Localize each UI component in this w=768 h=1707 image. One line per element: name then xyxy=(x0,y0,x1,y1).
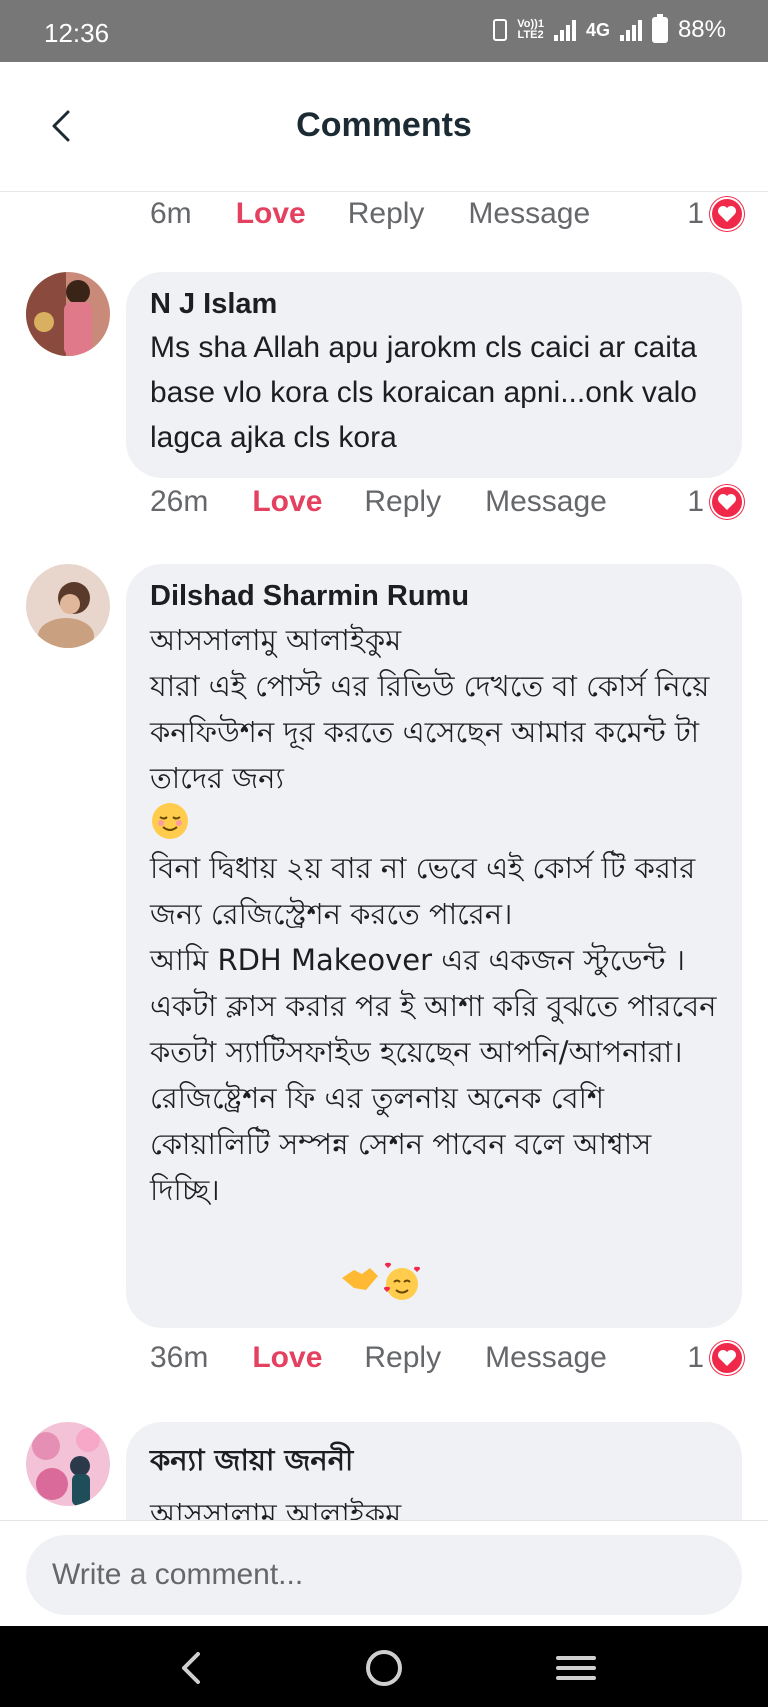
status-bar: 12:36 Vo))1 LTE2 4G 88% xyxy=(0,0,768,62)
comment-time: 36m xyxy=(150,1341,209,1374)
comment-input[interactable] xyxy=(26,1535,742,1615)
comment-author[interactable]: Dilshad Sharmin Rumu xyxy=(150,580,718,613)
comment-time: 6m xyxy=(150,197,192,230)
battery-percent: 88% xyxy=(677,16,726,43)
header: Comments xyxy=(0,62,768,192)
relieved-face-emoji-icon xyxy=(150,801,190,845)
comment-text: Ms sha Allah apu jarokm cls caici ar cai… xyxy=(150,331,697,454)
heart-icon xyxy=(710,197,744,231)
nav-menu-icon[interactable] xyxy=(554,1646,598,1690)
reaction-count: 1 xyxy=(687,1341,704,1374)
message-button[interactable]: Message xyxy=(485,485,607,519)
comment-text: আসসালামু আলাইকুম যারা এই পোস্ট এর রিভিউ … xyxy=(150,623,710,795)
comment-text-continued: বিনা দ্বিধায় ২য় বার না ভেবে এই কোর্স ট… xyxy=(150,851,717,1207)
comment-composer xyxy=(0,1520,768,1626)
avatar[interactable] xyxy=(26,272,110,356)
smiling-face-with-hearts-emoji-icon xyxy=(382,1262,422,1306)
comment-actions: 26m Love Reply Message 1 xyxy=(150,482,744,522)
reply-button[interactable]: Reply xyxy=(348,197,425,231)
reaction-count: 1 xyxy=(687,485,704,518)
message-button[interactable]: Message xyxy=(485,1341,607,1375)
reply-button[interactable]: Reply xyxy=(364,1341,441,1375)
comment-author[interactable]: N J Islam xyxy=(150,288,718,321)
signal-bars-icon xyxy=(553,19,576,41)
comment-bubble[interactable]: Dilshad Sharmin Rumu আসসালামু আলাইকুম যা… xyxy=(126,564,742,1328)
avatar[interactable] xyxy=(26,1422,110,1506)
volte-bottom-label: LTE2 xyxy=(517,29,544,41)
comment-actions: 36m Love Reply Message 1 xyxy=(150,1338,744,1378)
reply-button[interactable]: Reply xyxy=(364,485,441,519)
comment-actions: 6m Love Reply Message 1 xyxy=(150,194,744,234)
comment-author[interactable]: কন্যা জায়া জননী xyxy=(150,1438,718,1487)
comment-bubble[interactable]: N J Islam Ms sha Allah apu jarokm cls ca… xyxy=(126,272,742,478)
avatar[interactable] xyxy=(26,564,110,648)
system-nav-bar xyxy=(0,1626,768,1707)
love-button[interactable]: Love xyxy=(252,1341,322,1375)
volte-indicator: Vo))1 LTE2 xyxy=(517,19,544,41)
page-title: Comments xyxy=(296,106,472,144)
heart-icon xyxy=(710,485,744,519)
reaction-summary[interactable]: 1 xyxy=(687,197,744,231)
comment-bubble[interactable]: কন্যা জায়া জননী আসসালামু আলাইকুম xyxy=(126,1422,742,1520)
nav-home-icon[interactable] xyxy=(362,1646,406,1690)
reaction-summary[interactable]: 1 xyxy=(687,485,744,519)
network-type: 4G xyxy=(585,19,610,40)
reaction-summary[interactable]: 1 xyxy=(687,1341,744,1375)
comment-time: 26m xyxy=(150,485,209,518)
love-button[interactable]: Love xyxy=(252,485,322,519)
comments-list[interactable]: 6m Love Reply Message 1 N J Islam Ms sha… xyxy=(0,192,768,1520)
vibrate-icon xyxy=(493,19,508,41)
message-button[interactable]: Message xyxy=(468,197,590,231)
nav-back-icon[interactable] xyxy=(170,1646,214,1690)
status-time: 12:36 xyxy=(44,18,110,48)
signal-bars-2-icon xyxy=(619,19,642,41)
reaction-count: 1 xyxy=(687,197,704,230)
status-icons: Vo))1 LTE2 4G 88% xyxy=(493,14,726,44)
love-button[interactable]: Love xyxy=(236,197,306,231)
emoji-group xyxy=(340,1262,422,1306)
handshake-emoji-icon xyxy=(340,1262,380,1306)
comment-text: আসসালামু আলাইকুম xyxy=(150,1497,402,1520)
battery-icon xyxy=(651,14,668,43)
heart-icon xyxy=(710,1341,744,1375)
